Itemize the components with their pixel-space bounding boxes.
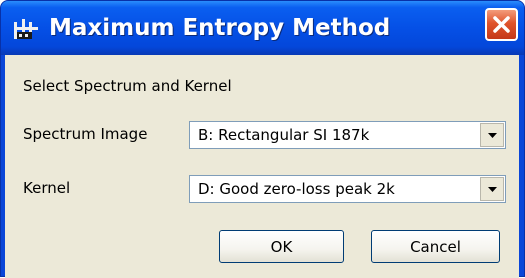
spectrum-image-label: Spectrum Image	[23, 125, 148, 143]
dialog-body: Select Spectrum and Kernel Spectrum Imag…	[5, 55, 519, 278]
window-title: Maximum Entropy Method	[49, 15, 391, 41]
kernel-label: Kernel	[23, 179, 71, 197]
spectrum-image-value: B: Rectangular SI 187k	[198, 126, 370, 144]
ok-button[interactable]: OK	[219, 230, 344, 263]
spectrum-image-select[interactable]: B: Rectangular SI 187k	[189, 121, 506, 149]
ladder-chart-icon	[13, 18, 39, 40]
title-bar[interactable]: Maximum Entropy Method	[1, 1, 524, 55]
close-icon	[493, 16, 510, 33]
kernel-select[interactable]: D: Good zero-loss peak 2k	[189, 175, 506, 203]
kernel-dropdown-button[interactable]	[480, 177, 504, 201]
chevron-down-icon	[488, 133, 497, 138]
dialog-window: Maximum Entropy Method Select Spectrum a…	[0, 0, 525, 278]
kernel-value: D: Good zero-loss peak 2k	[198, 180, 395, 198]
close-button[interactable]	[485, 8, 518, 41]
dialog-heading: Select Spectrum and Kernel	[23, 77, 232, 95]
chevron-down-icon	[488, 187, 497, 192]
cancel-button[interactable]: Cancel	[371, 230, 500, 263]
spectrum-dropdown-button[interactable]	[480, 123, 504, 147]
